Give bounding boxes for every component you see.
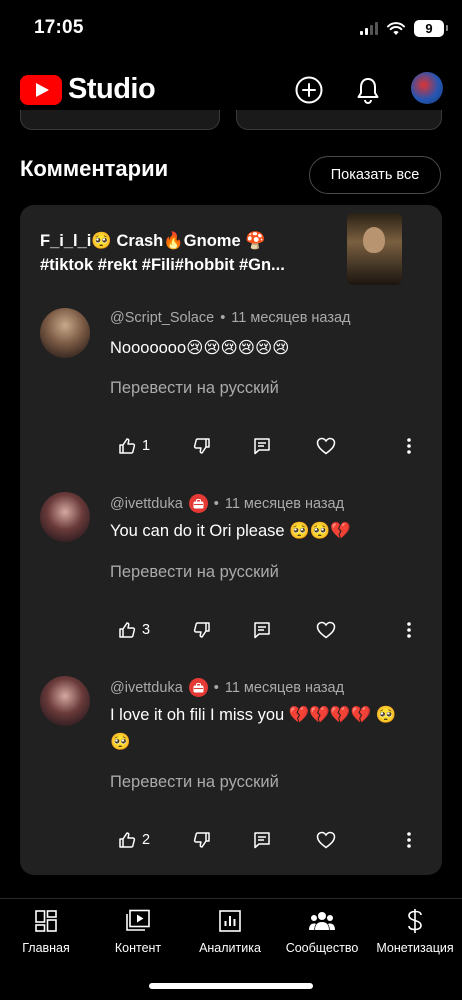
more-options-button[interactable]: [406, 617, 412, 643]
translate-link[interactable]: Перевести на русский: [110, 773, 279, 792]
comment-actions: 3: [110, 617, 430, 643]
battery-icon: 9: [414, 20, 448, 37]
comment-text: You can do it Ori please 🥺🥺💔: [110, 522, 351, 540]
previous-cards-edge: [0, 110, 462, 134]
comment-time: 11 месяцев назад: [231, 310, 351, 326]
create-button[interactable]: [293, 74, 325, 106]
bell-icon: [357, 78, 379, 104]
channel-member-badge-icon: [188, 494, 208, 513]
monetization-icon: [408, 909, 422, 933]
dislike-button[interactable]: [193, 433, 211, 459]
home-indicator[interactable]: [149, 983, 313, 989]
reply-button[interactable]: [253, 827, 271, 853]
heart-icon: [316, 621, 336, 639]
community-icon: [309, 912, 335, 930]
meta-separator: •: [213, 495, 219, 512]
notifications-button[interactable]: [352, 74, 384, 106]
more-vertical-icon: [407, 622, 411, 638]
status-bar: 17:05 9: [0, 0, 462, 56]
thumbs-down-icon: [193, 438, 210, 454]
heart-button[interactable]: [316, 827, 336, 853]
plus-circle-icon: [295, 76, 323, 104]
cellular-signal-icon: [360, 22, 378, 35]
thumbs-up-icon: [119, 438, 136, 454]
video-title[interactable]: F_i_l_i🥺 Crash🔥Gnome 🍄 #tiktok #rekt #Fi…: [40, 229, 340, 277]
comment-actions: 2: [110, 827, 430, 853]
comments-card: F_i_l_i🥺 Crash🔥Gnome 🍄 #tiktok #rekt #Fi…: [20, 205, 442, 875]
comment-meta: @Script_Solace • 11 месяцев назад: [110, 310, 351, 326]
like-count: 2: [142, 832, 151, 848]
comment-text: I love it oh fili I miss you 💔💔💔💔 🥺🥺: [110, 706, 397, 751]
comment-time: 11 месяцев назад: [224, 679, 345, 696]
status-indicators: 9: [360, 20, 448, 37]
video-title-line-2: #tiktok #rekt #Fili#hobbit #Gn...: [40, 256, 285, 274]
thumbs-down-icon: [193, 622, 210, 638]
dislike-button[interactable]: [193, 617, 211, 643]
brand-name: Studio: [68, 73, 156, 105]
reply-button[interactable]: [253, 617, 271, 643]
nav-label: Аналитика: [199, 941, 261, 955]
nav-label: Сообщество: [285, 941, 359, 955]
commenter-avatar[interactable]: [40, 676, 90, 726]
reply-icon: [254, 622, 270, 639]
nav-label: Монетизация: [376, 941, 454, 955]
nav-item-content[interactable]: Контент: [92, 907, 184, 955]
more-vertical-icon: [407, 832, 411, 848]
more-vertical-icon: [407, 438, 411, 454]
comment-author[interactable]: @Script_Solace: [110, 310, 214, 326]
content-icon: [126, 909, 150, 931]
studio-logo[interactable]: Studio: [20, 73, 156, 106]
translate-link[interactable]: Перевести на русский: [110, 379, 279, 398]
nav-label: Главная: [22, 941, 70, 955]
meta-separator: •: [220, 310, 226, 326]
comment-text: Nooooooo😢😢😢😢😢😢: [110, 339, 290, 357]
heart-button[interactable]: [316, 433, 336, 459]
commenter-avatar[interactable]: [40, 492, 90, 542]
wifi-icon: [387, 21, 405, 35]
nav-item-community[interactable]: Сообщество: [276, 907, 368, 955]
comment-meta: @ivettduka • 11 месяцев назад: [110, 678, 344, 697]
account-avatar[interactable]: [411, 72, 443, 104]
heart-icon: [316, 831, 336, 849]
more-options-button[interactable]: [406, 433, 412, 459]
like-count: 1: [142, 438, 151, 454]
commenter-avatar[interactable]: [40, 308, 90, 358]
nav-item-analytics[interactable]: Аналитика: [184, 907, 276, 955]
comment-author[interactable]: @ivettduka: [110, 496, 183, 512]
like-button[interactable]: 3: [118, 617, 150, 643]
thumbs-down-icon: [193, 832, 210, 848]
thumbs-up-icon: [119, 832, 136, 848]
show-all-button[interactable]: Показать все: [309, 156, 441, 194]
reply-icon: [254, 832, 270, 849]
dashboard-icon: [35, 910, 57, 932]
status-time: 17:05: [34, 17, 84, 38]
like-button[interactable]: 1: [118, 433, 150, 459]
channel-member-badge-icon: [188, 678, 208, 697]
video-thumbnail[interactable]: [347, 213, 402, 285]
thumbs-up-icon: [119, 622, 136, 638]
comment-author[interactable]: @ivettduka: [110, 680, 183, 696]
nav-item-dashboard[interactable]: Главная: [0, 907, 92, 955]
heart-icon: [316, 437, 336, 455]
nav-label: Контент: [114, 941, 162, 955]
meta-separator: •: [213, 679, 219, 696]
comment-actions: 1: [110, 433, 430, 459]
analytics-icon: [219, 910, 241, 932]
more-options-button[interactable]: [406, 827, 412, 853]
youtube-logo-icon: [20, 74, 62, 105]
section-title: Комментарии: [20, 156, 169, 181]
dislike-button[interactable]: [193, 827, 211, 853]
like-count: 3: [142, 622, 151, 638]
nav-item-monetization[interactable]: Монетизация: [368, 907, 462, 955]
heart-button[interactable]: [316, 617, 336, 643]
video-title-line-1: F_i_l_i🥺 Crash🔥Gnome 🍄: [40, 232, 266, 250]
reply-button[interactable]: [253, 433, 271, 459]
translate-link[interactable]: Перевести на русский: [110, 563, 279, 582]
reply-icon: [254, 438, 270, 455]
like-button[interactable]: 2: [118, 827, 150, 853]
comment-time: 11 месяцев назад: [224, 495, 345, 512]
comment-meta: @ivettduka • 11 месяцев назад: [110, 494, 344, 513]
